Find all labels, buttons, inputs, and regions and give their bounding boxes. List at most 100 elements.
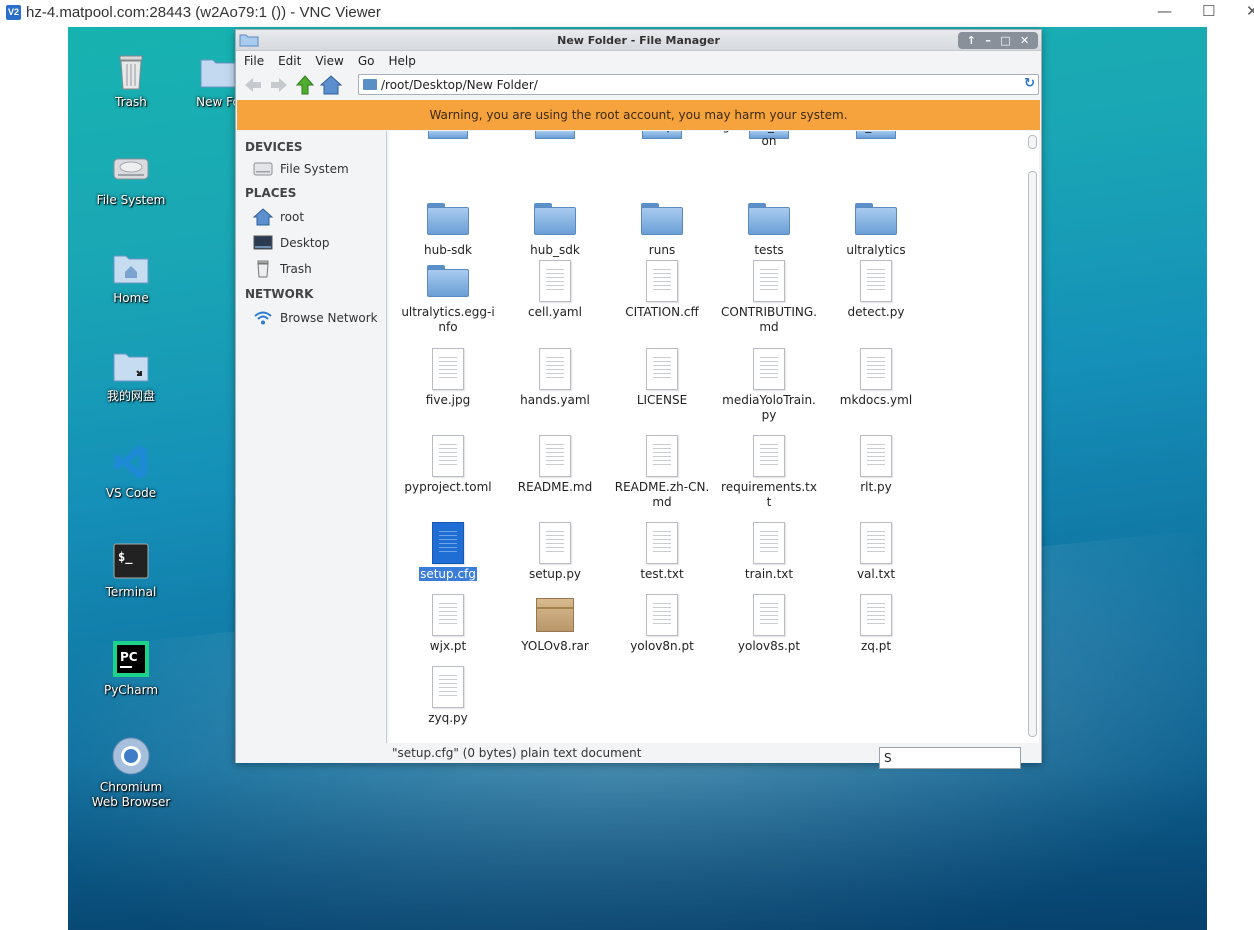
file-name: zq.pt — [826, 639, 926, 654]
menu-file[interactable]: File — [244, 54, 264, 68]
parent-folder-button[interactable] — [294, 74, 316, 96]
folder-item[interactable]: examples — [612, 131, 712, 134]
chromium-icon — [111, 736, 151, 776]
file-name: val.txt — [826, 567, 926, 582]
desktop-icon-terminal[interactable]: $_ Terminal — [83, 541, 179, 600]
netdisk-folder-icon — [111, 345, 151, 385]
folder-item[interactable]: hands_datasets — [826, 131, 926, 134]
shade-button[interactable]: ↑ — [967, 34, 976, 47]
file-name: runs — [612, 243, 712, 258]
sidebar-item-browse-network[interactable]: Browse Network — [236, 305, 386, 331]
text-file-icon — [747, 434, 791, 478]
type-ahead-search-input[interactable]: S — [879, 747, 1021, 769]
folder-item[interactable]: gesture_detection — [719, 131, 819, 149]
folder-item[interactable]: docker — [398, 131, 498, 134]
desktop-icon-file-system[interactable]: File System — [83, 149, 179, 208]
text-file-icon — [640, 347, 684, 391]
file-name: zyq.py — [398, 711, 498, 726]
menu-help[interactable]: Help — [388, 54, 415, 68]
file-item[interactable]: setup.cfg — [398, 521, 498, 582]
file-item[interactable]: zyq.py — [398, 665, 498, 726]
back-button[interactable] — [242, 74, 264, 96]
minimize-button[interactable]: – — [985, 34, 991, 47]
desktop-icon-vscode[interactable]: VS Code — [83, 442, 179, 501]
file-item[interactable]: yolov8s.pt — [719, 593, 819, 654]
folder-item[interactable]: hub-sdk — [398, 197, 498, 258]
svg-text:$_: $_ — [118, 550, 133, 565]
file-item[interactable]: zq.pt — [826, 593, 926, 654]
toolbar: /root/Desktop/New Folder/ ↻ — [236, 71, 1041, 98]
location-path: /root/Desktop/New Folder/ — [381, 77, 538, 92]
folder-item[interactable]: runs — [612, 197, 712, 258]
root-warning-banner: Warning, you are using the root account,… — [237, 100, 1040, 130]
home-button[interactable] — [320, 74, 342, 96]
file-item[interactable]: detect.py — [826, 259, 926, 320]
vnc-maximize-button[interactable]: ☐ — [1202, 2, 1215, 20]
text-file-icon — [640, 593, 684, 637]
sidebar-item-desktop[interactable]: Desktop — [236, 230, 386, 256]
file-name-text: wjx.pt — [429, 639, 467, 653]
file-item[interactable]: test.txt — [612, 521, 712, 582]
file-name-text: five.jpg — [425, 393, 471, 407]
file-item[interactable]: LICENSE — [612, 347, 712, 408]
file-item[interactable]: hands.yaml — [505, 347, 605, 408]
file-item[interactable]: README.zh-CN.md — [612, 434, 712, 510]
vscode-icon — [111, 442, 151, 482]
file-icon-view: dockerdocsexamplesgesture_detectionhands… — [389, 131, 1039, 743]
maximize-button[interactable]: □ — [1000, 34, 1010, 47]
file-item[interactable]: wjx.pt — [398, 593, 498, 654]
folder-item[interactable]: docs — [505, 131, 605, 134]
window-titlebar[interactable]: New Folder - File Manager ↑ – □ ✕ — [236, 30, 1041, 51]
folder-item[interactable]: ultralytics.egg-info — [398, 259, 498, 335]
file-item[interactable]: val.txt — [826, 521, 926, 582]
scrollbar[interactable] — [1028, 171, 1037, 737]
sidebar-item-root[interactable]: root — [236, 204, 386, 230]
location-bar[interactable]: /root/Desktop/New Folder/ ↻ — [358, 74, 1039, 95]
file-item[interactable]: README.md — [505, 434, 605, 495]
file-item[interactable]: CONTRIBUTING.md — [719, 259, 819, 335]
file-name-text: hub-sdk — [424, 243, 472, 257]
text-file-icon — [640, 259, 684, 303]
vnc-close-button[interactable]: ✕ — [1246, 2, 1254, 20]
reload-icon[interactable]: ↻ — [1024, 76, 1035, 91]
menu-view[interactable]: View — [315, 54, 343, 68]
file-name-text: YOLOv8.rar — [521, 639, 589, 653]
file-item[interactable]: CITATION.cff — [612, 259, 712, 320]
file-item[interactable]: setup.py — [505, 521, 605, 582]
file-item[interactable]: yolov8n.pt — [612, 593, 712, 654]
desktop-icon-chromium[interactable]: Chromium Web Browser — [83, 736, 179, 810]
desktop-icon-label: Trash — [115, 95, 147, 109]
close-button[interactable]: ✕ — [1020, 34, 1029, 47]
file-name: train.txt — [719, 567, 819, 582]
vnc-minimize-button[interactable]: — — [1157, 2, 1172, 20]
file-name-text: examples — [633, 131, 691, 133]
forward-button[interactable] — [268, 74, 290, 96]
sidebar-item-file-system[interactable]: File System — [236, 156, 386, 182]
file-name: mkdocs.yml — [826, 393, 926, 408]
desktop-icon-label: Terminal — [105, 585, 157, 599]
sidebar-item-trash[interactable]: Trash — [236, 256, 386, 282]
file-item[interactable]: five.jpg — [398, 347, 498, 408]
folder-icon — [854, 197, 898, 241]
menu-edit[interactable]: Edit — [278, 54, 301, 68]
desktop-icon-pycharm[interactable]: PC PyCharm — [83, 639, 179, 698]
text-file-icon — [747, 259, 791, 303]
file-item[interactable]: YOLOv8.rar — [505, 593, 605, 654]
folder-icon — [640, 197, 684, 241]
file-item[interactable]: train.txt — [719, 521, 819, 582]
file-item[interactable]: rlt.py — [826, 434, 926, 495]
menu-go[interactable]: Go — [358, 54, 375, 68]
desktop-icon-trash[interactable]: Trash — [83, 51, 179, 110]
desktop-icon-home[interactable]: Home — [83, 247, 179, 306]
scrollbar-top[interactable] — [1028, 135, 1037, 149]
file-item[interactable]: mediaYoloTrain.py — [719, 347, 819, 423]
file-name: hands_datasets — [826, 131, 926, 134]
folder-item[interactable]: tests — [719, 197, 819, 258]
file-item[interactable]: pyproject.toml — [398, 434, 498, 495]
desktop-icon-netdisk[interactable]: 我的网盘 — [83, 345, 179, 404]
folder-item[interactable]: hub_sdk — [505, 197, 605, 258]
file-item[interactable]: cell.yaml — [505, 259, 605, 320]
file-item[interactable]: requirements.txt — [719, 434, 819, 510]
folder-item[interactable]: ultralytics — [826, 197, 926, 258]
file-item[interactable]: mkdocs.yml — [826, 347, 926, 408]
